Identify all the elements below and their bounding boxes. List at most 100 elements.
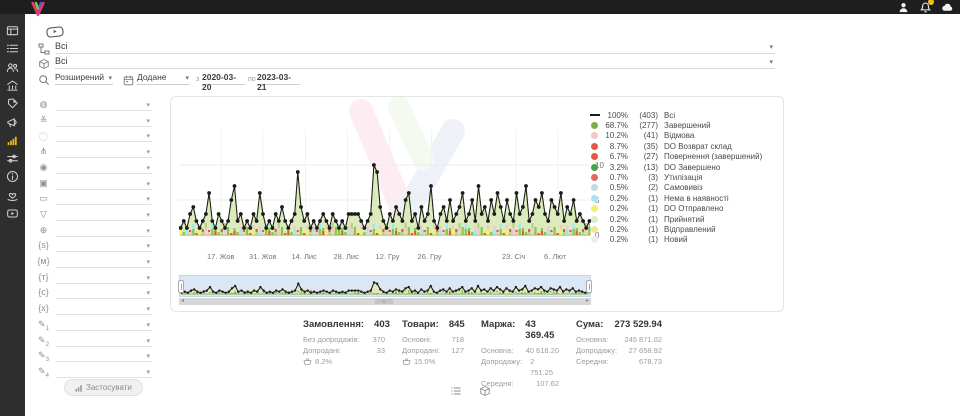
legend-item[interactable]: 0.2%(1)Новий — [591, 235, 777, 245]
legend-item[interactable]: 6.7%(27)Повернення (завершений) — [591, 152, 777, 162]
stat-sub-label: Без допродажів: — [303, 334, 360, 345]
stat-sub-value: 678.73 — [631, 356, 662, 367]
filter-input[interactable]: ▾ — [56, 193, 152, 205]
stat-percent: 15.0% — [414, 356, 435, 367]
legend-percent: 0.2% — [598, 204, 628, 213]
filter-input[interactable]: ▾ — [56, 240, 152, 252]
legend-item[interactable]: 3.2%(13)DO Завершено — [591, 162, 777, 172]
legend-count: (3) — [628, 173, 658, 182]
product-filter[interactable]: Всі ▾ — [55, 56, 775, 69]
chevron-down-icon: ▾ — [146, 242, 150, 250]
legend-dot-swatch — [591, 236, 598, 243]
legend-label: Повернення (завершений) — [664, 152, 762, 161]
filter-input[interactable]: ▾ — [56, 115, 152, 127]
filter-input[interactable]: ▾ — [56, 209, 152, 221]
category-filter[interactable]: Всі ▾ — [55, 41, 775, 54]
x-tick-label: 14. Лис — [291, 252, 316, 261]
list-view-icon[interactable] — [450, 384, 462, 396]
bell-icon[interactable] — [919, 1, 932, 14]
stat-sub-value: 40 618.20 — [518, 345, 559, 356]
scrollbar-grip[interactable]: ≡ — [375, 299, 393, 304]
sidebar-item-support[interactable] — [5, 188, 20, 203]
package-icon: ▣ — [37, 178, 50, 189]
package-view-icon[interactable] — [479, 384, 491, 396]
filter-input[interactable]: ▾ — [56, 335, 152, 347]
scroll-right-icon[interactable]: ▸ — [586, 298, 589, 305]
app-logo[interactable] — [28, 1, 48, 22]
legend-dot-swatch — [591, 184, 598, 191]
legend-count: (13) — [628, 163, 658, 172]
filter-input[interactable]: ▾ — [56, 366, 152, 378]
legend-item[interactable]: 0.2%(1)Нема в наявності — [591, 193, 777, 203]
filter-input[interactable]: ▾ — [56, 350, 152, 362]
scroll-left-icon[interactable]: ◂ — [181, 298, 184, 305]
legend-item[interactable]: 8.7%(35)DO Возврат склад — [591, 141, 777, 151]
filter-input[interactable]: ▾ — [56, 178, 152, 190]
topbar-actions — [897, 1, 954, 14]
apply-button[interactable]: Застосувати — [64, 379, 143, 396]
legend-item[interactable]: 0.7%(3)Утилізація — [591, 172, 777, 182]
brush-handle-right[interactable] — [586, 280, 592, 293]
sidebar-item-warehouse[interactable] — [5, 78, 20, 93]
funnel-icon: ▽ — [37, 209, 50, 220]
legend-item[interactable]: 10.2%(41)Відмова — [591, 131, 777, 141]
filter-input[interactable]: ▾ — [56, 130, 152, 142]
date-to-input[interactable]: 2023-03-21 — [257, 72, 300, 85]
filter-input[interactable]: ▾ — [56, 287, 152, 299]
legend-item[interactable]: 68.7%(277)Завершений — [591, 120, 777, 130]
sidebar-item-video[interactable] — [5, 206, 20, 221]
sidebar-item-price-tag[interactable] — [5, 96, 20, 111]
user-icon[interactable] — [897, 1, 910, 14]
legend-label: Утилізація — [664, 173, 702, 182]
x-tick-label: 23. Січ — [502, 252, 526, 261]
filter-input[interactable]: ▾ — [56, 225, 152, 237]
sidebar-item-dashboard[interactable] — [5, 23, 20, 38]
stat-title: Сума: — [576, 319, 603, 330]
sidebar-item-marketing[interactable] — [5, 115, 20, 130]
legend-count: (1) — [628, 194, 658, 203]
filter-input[interactable]: ▾ — [56, 146, 152, 158]
filter-input[interactable]: ▾ — [56, 162, 152, 174]
legend-item[interactable]: 0.2%(1)DO Отправлено — [591, 204, 777, 214]
legend-item[interactable]: 0.5%(2)Самовивіз — [591, 183, 777, 193]
legend-count: (1) — [628, 215, 658, 224]
product-filter-value: Всі — [55, 56, 68, 66]
legend-label: Новий — [664, 235, 687, 244]
chart-minimap[interactable] — [179, 275, 591, 297]
cloud-icon[interactable] — [941, 1, 954, 14]
sidebar-item-analytics[interactable] — [5, 133, 20, 148]
sidebar-item-customers[interactable] — [5, 60, 20, 75]
orders-chart[interactable] — [179, 109, 591, 257]
filter-input[interactable]: ▾ — [56, 272, 152, 284]
search-icon[interactable] — [38, 73, 50, 91]
legend-count: (41) — [628, 131, 658, 140]
sidebar-item-orders-list[interactable] — [5, 41, 20, 56]
pencil-3-icon: ✎3 — [37, 350, 50, 363]
legend-item[interactable]: 100%(403)Всі — [591, 110, 777, 120]
legend-percent: 0.2% — [598, 215, 628, 224]
date-field-select[interactable]: Додане ▾ — [137, 72, 190, 85]
stat-sub-value: 245 871.02 — [616, 334, 662, 345]
legend-item[interactable]: 0.2%(1)Прийнятий — [591, 214, 777, 224]
chevron-down-icon: ▾ — [769, 58, 773, 66]
chevron-down-icon: ▾ — [146, 321, 150, 329]
legend-item[interactable]: 0.2%(1)Відправлений — [591, 224, 777, 234]
brush-handle-left[interactable] — [178, 280, 184, 293]
calendar-icon — [123, 73, 134, 91]
basket-icon — [402, 357, 411, 366]
sidebar-item-info[interactable] — [5, 169, 20, 184]
filter-input[interactable]: ▾ — [56, 319, 152, 331]
date-to-label: по — [248, 76, 256, 83]
x-tick-label: 28. Лис — [334, 252, 359, 261]
filter-input[interactable]: ▾ — [56, 303, 152, 315]
chevron-down-icon: ▾ — [146, 289, 150, 297]
filter-input[interactable]: ▾ — [56, 256, 152, 268]
chevron-down-icon: ▾ — [146, 132, 150, 140]
search-mode-select[interactable]: Розширений ▾ — [55, 72, 113, 85]
legend-label: Нема в наявності — [664, 194, 729, 203]
chart-scrollbar[interactable]: ◂ ▸ ≡ — [179, 298, 591, 305]
date-from-input[interactable]: 2020-03-20 — [202, 72, 245, 85]
sidebar-item-settings[interactable] — [5, 151, 20, 166]
filter-input[interactable]: ▾ — [56, 99, 152, 111]
stat-sub-label: Основна: — [481, 345, 513, 356]
